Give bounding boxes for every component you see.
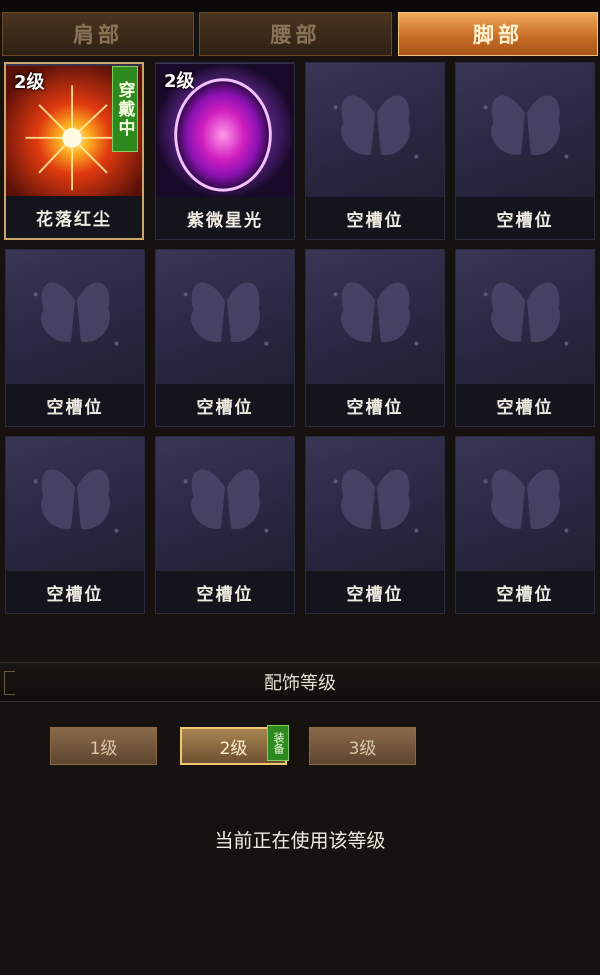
slot-label: 紫微星光 bbox=[156, 197, 294, 239]
empty-slot[interactable]: 空槽位 bbox=[5, 249, 145, 427]
empty-slot[interactable]: 空槽位 bbox=[455, 249, 595, 427]
butterfly-placeholder-icon bbox=[333, 282, 419, 346]
accessory-slot-2[interactable]: 2级 紫微星光 bbox=[155, 62, 295, 240]
butterfly-placeholder-icon bbox=[183, 282, 269, 346]
empty-slot[interactable]: 空槽位 bbox=[155, 436, 295, 614]
butterfly-placeholder-icon bbox=[483, 95, 569, 159]
slot-level: 2级 bbox=[14, 72, 45, 93]
empty-slot[interactable]: 空槽位 bbox=[305, 436, 445, 614]
equipped-badge: 穿戴中 bbox=[112, 66, 138, 152]
slot-label: 空槽位 bbox=[156, 571, 294, 613]
accessory-level-header: 配饰等级 bbox=[0, 662, 600, 702]
slot-label: 花落红尘 bbox=[6, 196, 142, 238]
butterfly-placeholder-icon bbox=[333, 469, 419, 533]
empty-slot[interactable]: 空槽位 bbox=[305, 249, 445, 427]
butterfly-placeholder-icon bbox=[333, 95, 419, 159]
slot-label: 空槽位 bbox=[306, 197, 444, 239]
accessory-slot-1[interactable]: 2级 穿戴中 花落红尘 bbox=[4, 62, 144, 240]
tab-shoulder[interactable]: 肩部 bbox=[2, 12, 194, 56]
slot-level: 2级 bbox=[164, 71, 195, 92]
butterfly-placeholder-icon bbox=[33, 469, 119, 533]
equipped-level-badge: 装备 bbox=[267, 725, 289, 761]
butterfly-placeholder-icon bbox=[483, 282, 569, 346]
butterfly-placeholder-icon bbox=[183, 469, 269, 533]
tab-bar: 肩部 腰部 脚部 bbox=[0, 12, 600, 58]
empty-slot[interactable]: 空槽位 bbox=[455, 436, 595, 614]
empty-slot[interactable]: 空槽位 bbox=[455, 62, 595, 240]
level-1-button[interactable]: 1级 bbox=[50, 727, 157, 765]
section-title: 配饰等级 bbox=[264, 673, 336, 694]
slot-label: 空槽位 bbox=[306, 384, 444, 426]
tab-waist[interactable]: 腰部 bbox=[199, 12, 392, 56]
bracket-decoration bbox=[4, 671, 15, 695]
empty-slot[interactable]: 空槽位 bbox=[155, 249, 295, 427]
empty-slot[interactable]: 空槽位 bbox=[5, 436, 145, 614]
slot-label: 空槽位 bbox=[306, 571, 444, 613]
slot-label: 空槽位 bbox=[6, 571, 144, 613]
top-strip bbox=[0, 0, 600, 12]
slot-label: 空槽位 bbox=[156, 384, 294, 426]
butterfly-placeholder-icon bbox=[483, 469, 569, 533]
slot-label: 空槽位 bbox=[456, 571, 594, 613]
level-status-text: 当前正在使用该等级 bbox=[214, 830, 386, 852]
slot-label: 空槽位 bbox=[456, 197, 594, 239]
butterfly-placeholder-icon bbox=[33, 282, 119, 346]
empty-slot[interactable]: 空槽位 bbox=[305, 62, 445, 240]
slot-label: 空槽位 bbox=[6, 384, 144, 426]
tab-feet[interactable]: 脚部 bbox=[398, 12, 598, 56]
level-3-button[interactable]: 3级 bbox=[309, 727, 416, 765]
slot-label: 空槽位 bbox=[456, 384, 594, 426]
